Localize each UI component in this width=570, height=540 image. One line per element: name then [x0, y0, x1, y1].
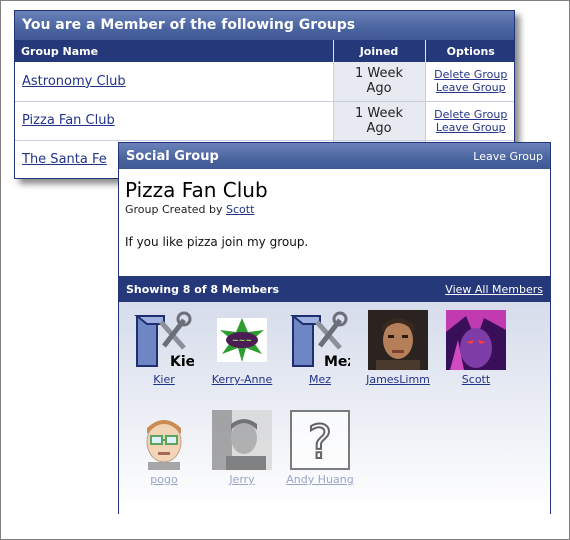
svg-text:Mez: Mez [324, 354, 350, 370]
svg-text:?: ? [308, 415, 332, 469]
social-group-header-title: Social Group [126, 148, 219, 164]
member-andy-huang[interactable]: ? Andy Huang [286, 410, 354, 486]
member-kerry-anne[interactable]: ~~~ Kerry-Anne [208, 310, 276, 386]
member-name-link[interactable]: Jerry [208, 473, 276, 486]
column-header-group-name: Group Name [15, 40, 334, 62]
member-name-link[interactable]: pogo [130, 473, 198, 486]
question-mark-avatar[interactable]: ? [290, 410, 350, 470]
member-scott[interactable]: Scott [442, 310, 510, 386]
leave-group-link[interactable]: Leave Group [436, 81, 506, 94]
creator-link[interactable]: Scott [226, 203, 254, 216]
joined-value: 1 Week Ago [333, 62, 426, 102]
leave-group-link[interactable]: Leave Group [436, 121, 506, 134]
table-row: Pizza Fan Club 1 Week Ago Delete Group L… [15, 101, 514, 141]
group-created-by: Group Created by Scott [125, 203, 544, 216]
tools-logo-avatar[interactable]: Mez [290, 310, 350, 370]
group-link-the-santa-fe[interactable]: The Santa Fe [22, 152, 107, 167]
member-mez[interactable]: Mez Mez [286, 310, 354, 386]
member-name-link[interactable]: JamesLimm [364, 373, 432, 386]
member-pogo[interactable]: pogo [130, 410, 198, 486]
leave-group-link[interactable]: Leave Group [473, 150, 543, 163]
cartoon-logo-avatar[interactable]: ~~~ [212, 310, 272, 370]
view-all-members-link[interactable]: View All Members [445, 283, 543, 296]
group-description: If you like pizza join my group. [125, 235, 309, 249]
group-info: Pizza Fan Club Group Created by Scott If… [119, 169, 550, 276]
group-link-pizza-fan-club[interactable]: Pizza Fan Club [22, 113, 115, 128]
members-count: Showing 8 of 8 Members [126, 282, 280, 296]
member-name-link[interactable]: Kier [130, 373, 198, 386]
groups-table-header: Group Name Joined Options [15, 40, 514, 62]
svg-text:~~~: ~~~ [232, 336, 252, 345]
tools-logo-avatar[interactable]: Kier [134, 310, 194, 370]
photo-avatar[interactable] [212, 410, 272, 470]
joined-value: 1 Week Ago [333, 101, 426, 141]
delete-group-link[interactable]: Delete Group [434, 108, 507, 121]
delete-group-link[interactable]: Delete Group [434, 68, 507, 81]
photo-avatar[interactable] [368, 310, 428, 370]
member-name-link[interactable]: Mez [286, 373, 354, 386]
member-name-link[interactable]: Kerry-Anne [208, 373, 276, 386]
member-name-link[interactable]: Andy Huang [286, 473, 354, 486]
anime-avatar[interactable] [446, 310, 506, 370]
social-group-header: Social Group Leave Group [119, 143, 550, 169]
member-jameslimm[interactable]: JamesLimm [364, 310, 432, 386]
created-by-label: Group Created by [125, 203, 223, 216]
social-group-panel: Social Group Leave Group Pizza Fan Club … [118, 142, 551, 522]
member-jerry[interactable]: Jerry [208, 410, 276, 486]
options-cell: Delete Group Leave Group [425, 62, 514, 102]
member-name-link[interactable]: Scott [442, 373, 510, 386]
cartoon-face-avatar[interactable] [134, 410, 194, 470]
members-grid: Kier Kier ~~~ Kerry-Anne [119, 302, 550, 522]
svg-text:Kier: Kier [170, 354, 194, 370]
member-kier[interactable]: Kier Kier [130, 310, 198, 386]
members-bar: Showing 8 of 8 Members View All Members [119, 276, 550, 302]
group-name: Pizza Fan Club [125, 178, 268, 202]
group-link-astronomy-club[interactable]: Astronomy Club [22, 74, 126, 89]
groups-panel-title: You are a Member of the following Groups [15, 11, 514, 40]
table-row: Astronomy Club 1 Week Ago Delete Group L… [15, 62, 514, 102]
column-header-joined: Joined [333, 40, 426, 62]
column-header-options: Options [425, 40, 514, 62]
options-cell: Delete Group Leave Group [425, 101, 514, 141]
